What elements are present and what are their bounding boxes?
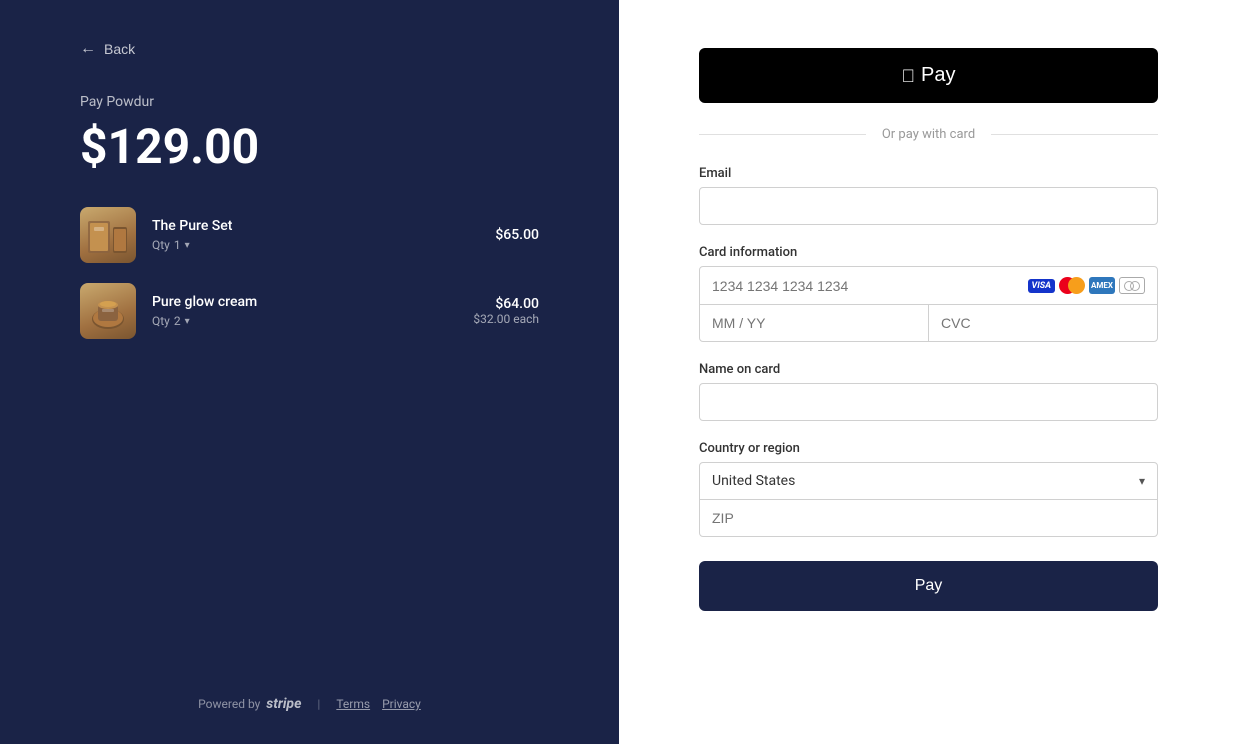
footer-divider: | [317,697,320,711]
item-qty-2[interactable]: Qty 2 ▾ [152,314,457,328]
powered-by-label: Powered by [198,697,260,711]
powered-by: Powered by stripe [198,696,301,712]
card-number-row: VISA AMEX [700,267,1157,305]
item-name-2: Pure glow cream [152,294,457,310]
divider-row: Or pay with card [699,127,1158,142]
mastercard-icon [1059,277,1085,294]
item-price-1: $65.00 [495,227,539,243]
footer-links: Terms Privacy [336,697,421,711]
product-image-1 [80,207,136,263]
privacy-link[interactable]: Privacy [382,697,421,711]
email-field[interactable] [699,187,1158,225]
item-price-each-2: $32.00 each [473,312,539,326]
terms-link[interactable]: Terms [336,697,370,711]
item-details-2: Pure glow cream Qty 2 ▾ [152,294,457,328]
pay-button[interactable]: Pay [699,561,1158,611]
name-group: Name on card [699,362,1158,421]
country-region-box: United States ▾ [699,462,1158,537]
apple-pay-button[interactable]:  Pay [699,48,1158,103]
card-expiry-input[interactable] [700,305,929,341]
visa-icon: VISA [1028,279,1056,293]
country-value: United States [712,473,1139,489]
item-price-value-2: $64.00 [473,296,539,312]
left-footer: Powered by stripe | Terms Privacy [0,696,619,712]
item-details-1: The Pure Set Qty 1 ▾ [152,218,479,252]
back-arrow-icon: ← [80,40,96,58]
email-label: Email [699,166,1158,181]
item-price-2: $64.00 $32.00 each [473,296,539,326]
stripe-logo: stripe [266,696,301,712]
qty-chevron-icon-1: ▾ [185,240,190,251]
divider-line-right [991,134,1158,135]
card-info-group: Card information VISA AMEX [699,245,1158,342]
card-expiry-cvc-row [700,305,1157,341]
divider-text: Or pay with card [882,127,975,142]
back-label: Back [104,41,135,57]
email-group: Email [699,166,1158,225]
list-item: Pure glow cream Qty 2 ▾ $64.00 $32.00 ea… [80,283,539,339]
item-qty-1[interactable]: Qty 1 ▾ [152,238,479,252]
country-select[interactable]: United States ▾ [700,463,1157,500]
apple-pay-label: Pay [921,64,955,87]
item-name-1: The Pure Set [152,218,479,234]
country-group: Country or region United States ▾ [699,441,1158,537]
total-amount: $129.00 [80,118,539,175]
right-panel:  Pay Or pay with card Email Card inform… [619,0,1238,744]
country-label: Country or region [699,441,1158,456]
order-items: The Pure Set Qty 1 ▾ $65.00 [80,207,539,339]
merchant-name: Pay Powdur [80,94,539,110]
qty-value-1: 1 [174,238,181,252]
list-item: The Pure Set Qty 1 ▾ $65.00 [80,207,539,263]
card-icons: VISA AMEX [1028,277,1146,294]
qty-chevron-icon-2: ▾ [185,316,190,327]
qty-value-2: 2 [174,314,181,328]
card-info-box: VISA AMEX [699,266,1158,342]
card-info-label: Card information [699,245,1158,260]
card-cvc-input[interactable] [929,305,1157,341]
qty-label-1: Qty [152,238,170,252]
qty-label-2: Qty [152,314,170,328]
card-number-input[interactable] [712,278,1020,294]
apple-icon:  [902,67,916,85]
divider-line-left [699,134,866,135]
name-on-card-input[interactable] [699,383,1158,421]
chevron-down-icon: ▾ [1139,474,1145,488]
left-panel: ← Back Pay Powdur $129.00 The Pure Set Q… [0,0,619,744]
product-image-2 [80,283,136,339]
zip-input[interactable] [700,500,1157,536]
name-label: Name on card [699,362,1158,377]
item-price-value-1: $65.00 [495,227,539,243]
diners-icon [1119,277,1145,294]
back-button[interactable]: ← Back [80,40,539,58]
amex-icon: AMEX [1089,277,1115,294]
